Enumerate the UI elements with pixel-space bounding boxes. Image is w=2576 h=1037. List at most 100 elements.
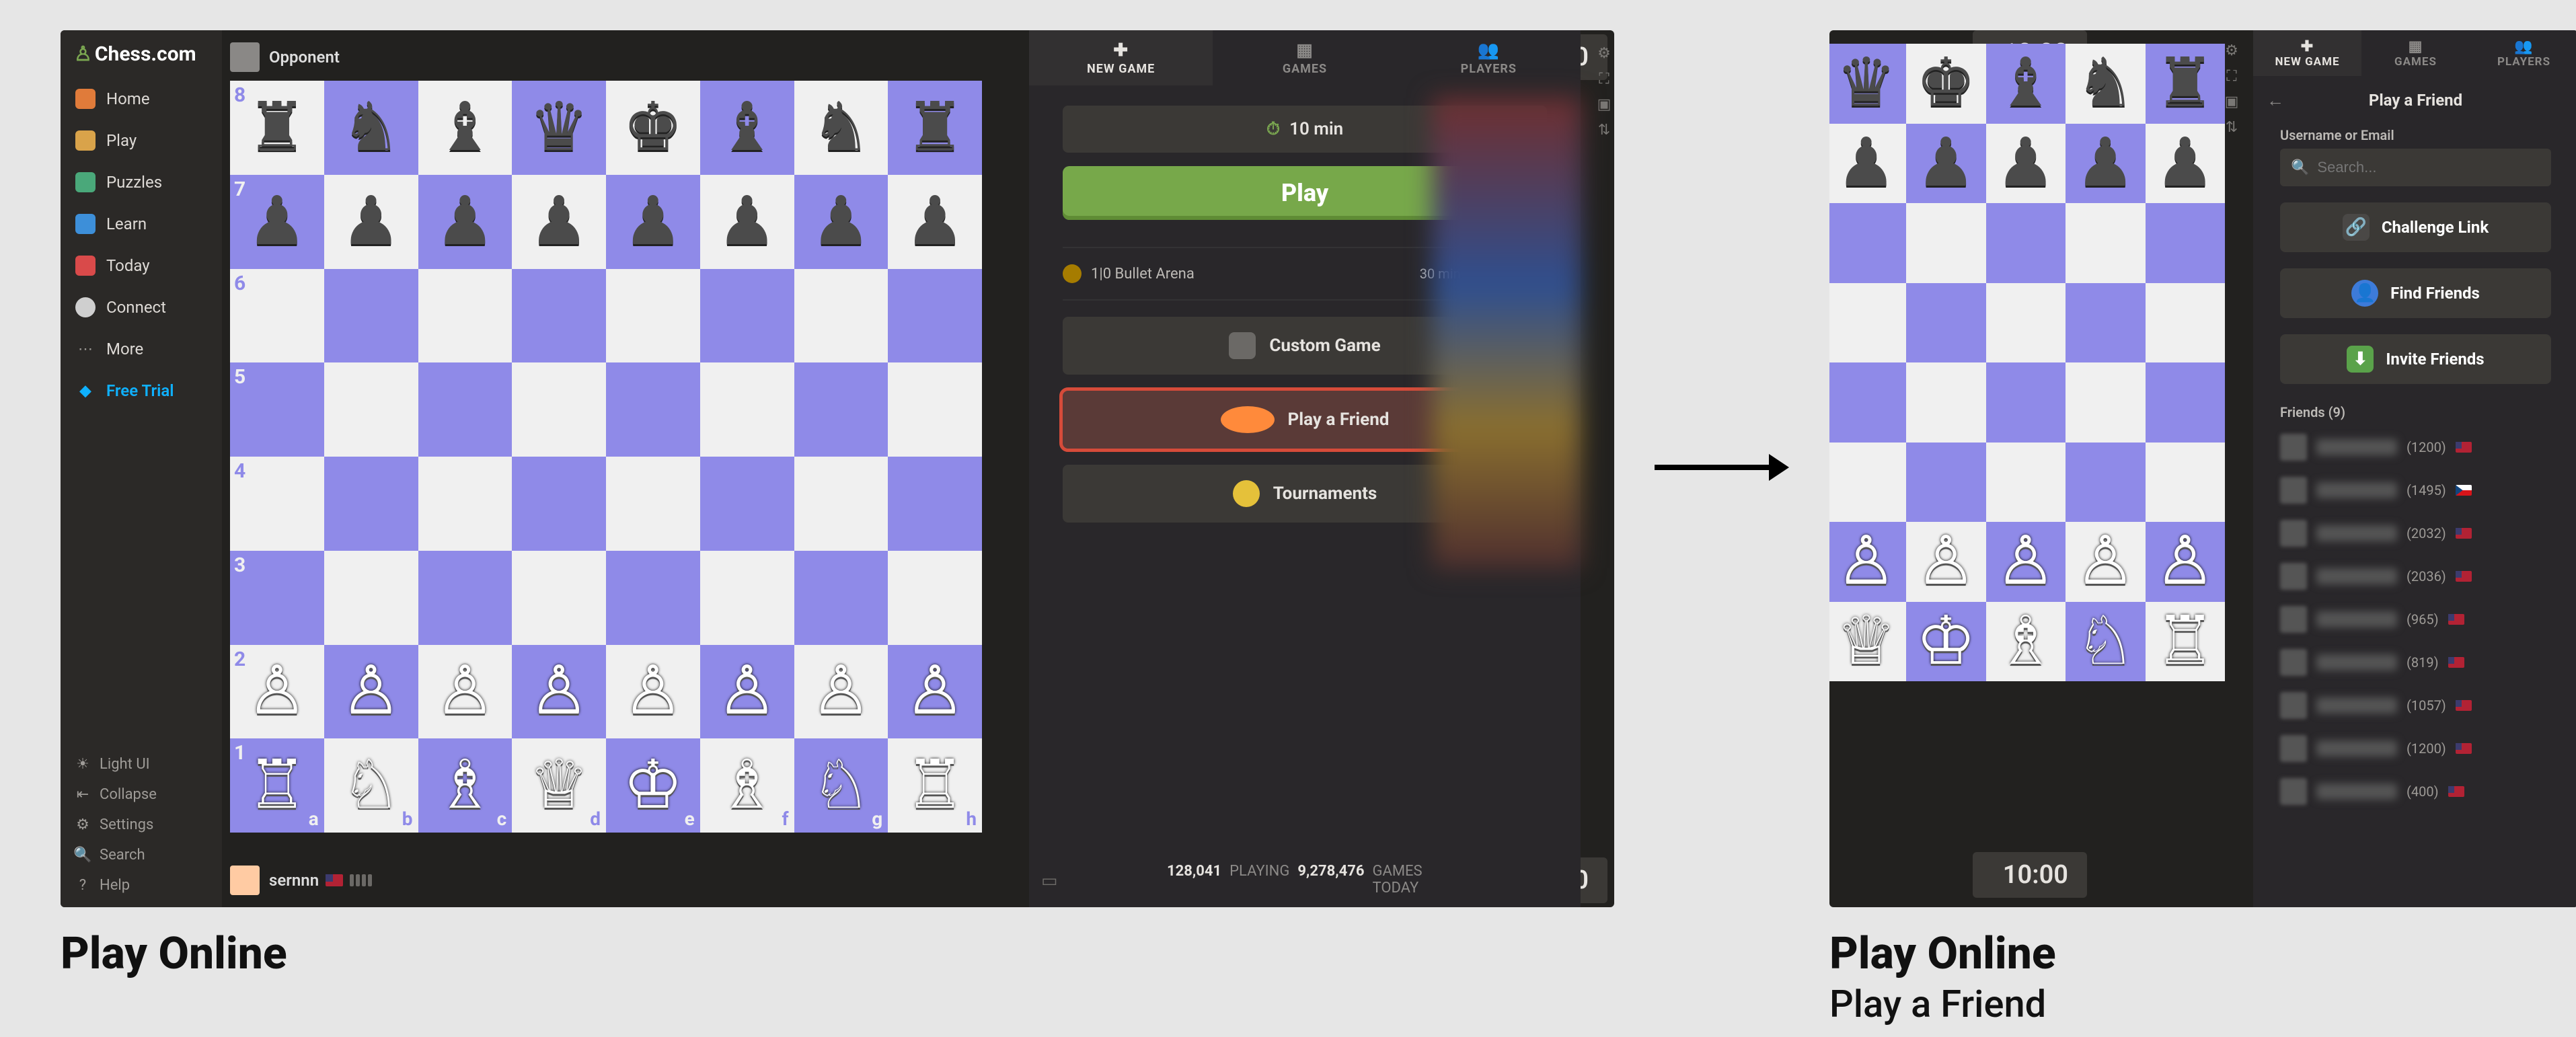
square[interactable]: ♕	[1829, 602, 1906, 682]
piece[interactable]: ♟	[717, 188, 778, 256]
chess-board[interactable]: 8♜♞♝♛♚♝♞♜7♟♟♟♟♟♟♟♟65432♙♙♙♙♙♙♙♙1a♖b♘c♗d♕…	[230, 81, 982, 833]
piece[interactable]: ♙	[811, 658, 872, 725]
square[interactable]	[1829, 362, 1906, 443]
nav-home[interactable]: Home	[61, 78, 222, 120]
nav-free-trial[interactable]: ◆Free Trial	[61, 370, 222, 412]
piece[interactable]: ♙	[435, 658, 496, 725]
square[interactable]	[2066, 362, 2146, 443]
invite-friends-button[interactable]: ⬇Invite Friends	[2280, 334, 2551, 384]
friend-row[interactable]: (1057)	[2253, 684, 2576, 727]
piece[interactable]: ♘	[341, 752, 402, 819]
piece[interactable]: ♙	[529, 658, 589, 725]
square[interactable]: ♞	[324, 81, 418, 175]
square[interactable]: ♟	[794, 175, 888, 269]
square[interactable]: ♙	[2146, 522, 2226, 602]
square[interactable]	[606, 551, 700, 645]
opponent-avatar[interactable]	[230, 42, 260, 72]
piece[interactable]: ♜	[2155, 50, 2215, 117]
square[interactable]	[1829, 283, 1906, 363]
square[interactable]	[888, 269, 982, 363]
square[interactable]	[1986, 443, 2066, 523]
piece[interactable]: ♛	[1836, 50, 1897, 117]
square[interactable]	[418, 551, 513, 645]
sb-help[interactable]: ?Help	[61, 870, 222, 900]
friend-row[interactable]: (2036)	[2253, 555, 2576, 598]
square[interactable]: ♟	[512, 175, 606, 269]
piece[interactable]: ♖	[2155, 608, 2215, 675]
piece[interactable]: ♕	[529, 752, 589, 819]
piece[interactable]: ♞	[2075, 50, 2135, 117]
square[interactable]: ♙	[2066, 522, 2146, 602]
square[interactable]: ♟	[418, 175, 513, 269]
piece[interactable]: ♙	[2155, 528, 2215, 595]
piece[interactable]: ♟	[1996, 130, 2056, 197]
friend-row[interactable]: (965)	[2253, 598, 2576, 641]
piece[interactable]: ♖	[905, 752, 965, 819]
square[interactable]	[512, 269, 606, 363]
piece[interactable]: ♜	[905, 94, 965, 161]
piece[interactable]: ♚	[1916, 50, 1976, 117]
square[interactable]	[606, 269, 700, 363]
piece[interactable]: ♟	[529, 188, 589, 256]
square[interactable]	[418, 362, 513, 457]
square[interactable]	[1906, 203, 1986, 283]
square[interactable]	[324, 362, 418, 457]
square[interactable]	[418, 457, 513, 551]
piece[interactable]: ♝	[717, 94, 778, 161]
tab-games[interactable]: ▦GAMES	[1213, 30, 1396, 85]
square[interactable]: 7♟	[230, 175, 324, 269]
tab-players[interactable]: 👥PLAYERS	[2470, 30, 2576, 76]
square[interactable]: ♟	[1986, 124, 2066, 204]
square[interactable]: d♕	[512, 738, 606, 833]
piece[interactable]: ♙	[2075, 528, 2135, 595]
piece[interactable]: ♞	[341, 94, 402, 161]
piece[interactable]: ♚	[623, 94, 683, 161]
friend-row[interactable]: (2032)	[2253, 512, 2576, 555]
resize-icon[interactable]: ⛶	[1595, 71, 1613, 88]
square[interactable]: ♟	[324, 175, 418, 269]
friend-row[interactable]: (819)	[2253, 641, 2576, 684]
focus-icon[interactable]: ▣	[1595, 96, 1613, 114]
square[interactable]: ♙	[606, 645, 700, 739]
piece[interactable]: ♗	[717, 752, 778, 819]
sb-collapse[interactable]: ⇤Collapse	[61, 779, 222, 810]
piece[interactable]: ♟	[247, 188, 307, 256]
square[interactable]	[324, 457, 418, 551]
square[interactable]: ♖	[2146, 602, 2226, 682]
piece[interactable]: ♝	[435, 94, 496, 161]
square[interactable]	[2146, 283, 2226, 363]
square[interactable]	[700, 551, 794, 645]
logo[interactable]: ♙ Chess.com	[61, 30, 222, 78]
square[interactable]: ♝	[418, 81, 513, 175]
tab-new-game[interactable]: ✚NEW GAME	[2253, 30, 2361, 76]
square[interactable]: ♜	[2146, 44, 2226, 124]
back-arrow-icon[interactable]: ←	[2267, 90, 2284, 111]
piece[interactable]: ♘	[811, 752, 872, 819]
nav-learn[interactable]: Learn	[61, 203, 222, 245]
friend-row[interactable]: (1495)	[2253, 469, 2576, 512]
piece[interactable]: ♙	[1836, 528, 1897, 595]
piece[interactable]: ♗	[1996, 608, 2056, 675]
square[interactable]	[700, 457, 794, 551]
square[interactable]: ♙	[324, 645, 418, 739]
square[interactable]: 2♙	[230, 645, 324, 739]
tab-players[interactable]: 👥PLAYERS	[1397, 30, 1581, 85]
search-input[interactable]	[2317, 159, 2540, 176]
square[interactable]	[700, 269, 794, 363]
sb-light-ui[interactable]: ☀Light UI	[61, 749, 222, 779]
square[interactable]: ♝	[1986, 44, 2066, 124]
square[interactable]	[794, 269, 888, 363]
friend-row[interactable]: (400)	[2253, 770, 2576, 813]
piece[interactable]: ♝	[1996, 50, 2056, 117]
square[interactable]: ♟	[606, 175, 700, 269]
piece[interactable]: ♙	[1996, 528, 2056, 595]
square[interactable]: 1a♖	[230, 738, 324, 833]
square[interactable]	[888, 362, 982, 457]
square[interactable]: ♙	[1906, 522, 1986, 602]
piece[interactable]: ♟	[2155, 130, 2215, 197]
square[interactable]: ♚	[1906, 44, 1986, 124]
square[interactable]: ♗	[1986, 602, 2066, 682]
search-box[interactable]: 🔍	[2280, 149, 2551, 186]
square[interactable]	[2146, 443, 2226, 523]
square[interactable]	[1986, 203, 2066, 283]
